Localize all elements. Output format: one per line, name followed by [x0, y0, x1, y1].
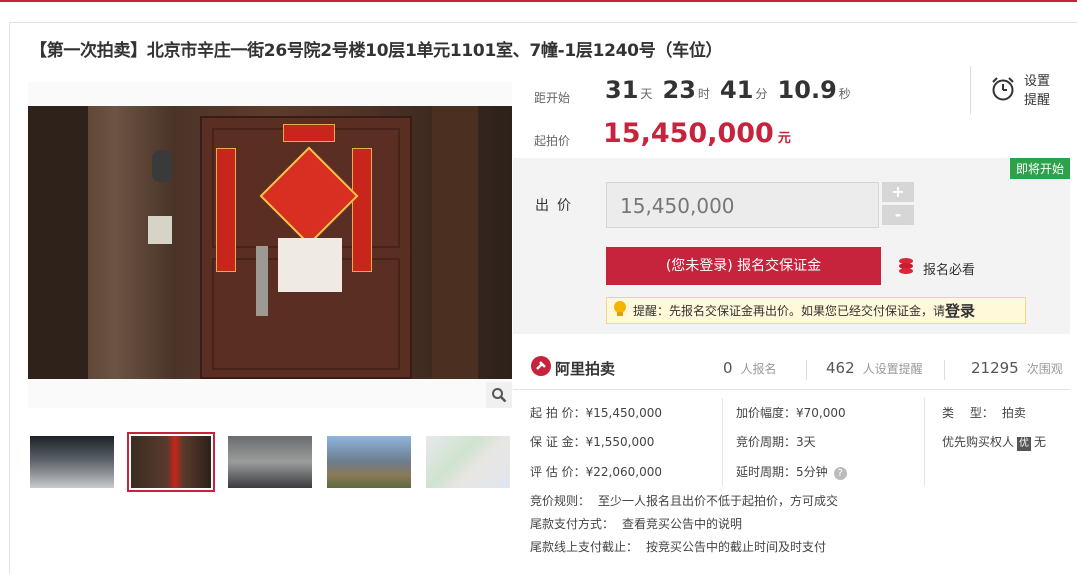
thumbnail-exterior[interactable] — [327, 436, 411, 488]
countdown-days: 31 — [605, 76, 639, 104]
rule-bidding-value: 至少一人报名且出价不低于起拍价，方可成交 — [598, 494, 839, 508]
detail-period-key: 竞价周期： — [736, 435, 797, 449]
must-read-link[interactable]: 报名必看 — [897, 257, 975, 279]
countdown-hours-unit: 时 — [697, 87, 710, 101]
signup-deposit-button[interactable]: (您未登录) 报名交保证金 — [606, 247, 881, 285]
rule-payment-deadline-value: 按竞买公告中的截止时间及时支付 — [646, 540, 827, 554]
start-price: 15,450,000 元 — [603, 118, 791, 149]
rule-bidding: 竞价规则： 至少一人报名且出价不低于起拍价，方可成交 — [530, 492, 838, 509]
thumbnail-door-selected[interactable] — [127, 432, 215, 492]
set-reminder-button[interactable]: 设置 提醒 — [990, 72, 1050, 110]
rule-payment-method: 尾款支付方式： 查看竞买公告中的说明 — [530, 515, 742, 532]
rule-payment-method-value: 查看竞买公告中的说明 — [622, 517, 743, 531]
detail-increment-key: 加价幅度： — [736, 406, 797, 420]
login-link[interactable]: 登录 — [945, 300, 975, 321]
must-read-label: 报名必看 — [923, 262, 976, 278]
page-title: 【第一次拍卖】北京市辛庄一街26号院2号楼10层1单元1101室、7幢-1层12… — [30, 41, 723, 61]
detail-type-key: 类 型： — [942, 406, 994, 420]
lightbulb-icon — [613, 300, 627, 321]
detail-priority: 优先购买权人优无 — [942, 433, 1046, 451]
bid-label: 出价 — [535, 198, 579, 214]
rule-payment-deadline-key: 尾款线上支付截止： — [530, 540, 639, 554]
detail-type-value: 拍卖 — [1001, 406, 1026, 420]
priority-badge: 优 — [1017, 437, 1032, 451]
detail-appraisal: 评 估 价：¥22,060,000 — [530, 463, 662, 480]
thumbnail-map[interactable] — [426, 436, 510, 488]
doorplate — [152, 150, 172, 182]
remind-line2: 提醒 — [1024, 93, 1051, 108]
zoom-icon[interactable] — [486, 382, 512, 408]
rule-payment-method-key: 尾款支付方式： — [530, 517, 615, 531]
detail-period: 竞价周期：3天 — [736, 433, 816, 450]
detail-delay: 延时周期：5分钟? — [736, 463, 847, 480]
remind-line1: 设置 — [1024, 74, 1051, 89]
signup-count: 0 — [723, 359, 733, 377]
login-tip: 提醒：先报名交保证金再出价。如果您已经交付保证金，请 登录 — [606, 297, 1026, 324]
remind-label: 人设置提醒 — [862, 362, 923, 376]
countdown-seconds-unit: 秒 — [838, 87, 851, 101]
countdown-seconds: 10.9 — [777, 76, 837, 104]
remind-stat: 462 人设置提醒 — [826, 359, 923, 377]
countdown-label: 距开始 — [534, 91, 571, 105]
detail-start-price-key: 起 拍 价： — [530, 406, 586, 420]
thumbnail-garage-1[interactable] — [30, 436, 114, 488]
countdown-minutes: 41 — [720, 76, 754, 104]
alarm-clock-icon — [990, 76, 1016, 106]
detail-start-price-value: ¥15,450,000 — [585, 406, 662, 420]
signup-stat: 0 人报名 — [723, 359, 777, 377]
detail-period-value: 3天 — [796, 435, 816, 449]
countdown: 31 天 23 时 41 分 10.9 秒 — [605, 76, 856, 104]
top-accent-line — [0, 0, 1077, 2]
detail-deposit-key: 保 证 金： — [530, 435, 586, 449]
start-price-value: 15,450,000 — [603, 118, 774, 149]
signup-label: 人报名 — [740, 362, 777, 376]
door-lock — [256, 246, 268, 316]
bid-input[interactable]: 15,450,000 — [606, 182, 879, 228]
brand-name: 阿里拍卖 — [555, 359, 616, 378]
divider — [924, 398, 925, 486]
detail-increment-value: ¥70,000 — [796, 406, 846, 420]
remind-count: 462 — [826, 359, 855, 377]
views-label: 次围观 — [1026, 362, 1063, 376]
rule-payment-deadline: 尾款线上支付截止： 按竞买公告中的截止时间及时支付 — [530, 538, 826, 555]
detail-priority-key: 优先购买权人 — [942, 435, 1015, 449]
rule-bidding-key: 竞价规则： — [530, 494, 591, 508]
detail-start-price: 起 拍 价：¥15,450,000 — [530, 404, 662, 421]
detail-priority-value: 无 — [1034, 435, 1047, 449]
detail-delay-value: 5分钟 — [796, 465, 828, 479]
main-photo[interactable] — [28, 82, 512, 408]
detail-delay-key: 延时周期： — [736, 465, 797, 479]
detail-deposit-value: ¥1,550,000 — [585, 435, 655, 449]
divider — [970, 66, 971, 114]
status-badge: 即将开始 — [1009, 158, 1070, 179]
countdown-minutes-unit: 分 — [755, 87, 768, 101]
detail-deposit: 保 证 金：¥1,550,000 — [530, 433, 654, 450]
detail-appraisal-key: 评 估 价： — [530, 465, 586, 479]
tip-text: 提醒：先报名交保证金再出价。如果您已经交付保证金，请 — [633, 304, 946, 318]
countdown-days-unit: 天 — [640, 87, 653, 101]
divider — [722, 398, 723, 486]
increase-bid-button[interactable]: + — [882, 182, 914, 202]
bid-panel: 即将开始 出价 15,450,000 + - (您未登录) 报名交保证金 报名必… — [513, 158, 1070, 334]
detail-type: 类 型： 拍卖 — [942, 404, 1026, 421]
help-icon[interactable]: ? — [833, 467, 847, 480]
views-count: 21295 — [971, 359, 1019, 377]
start-price-label: 起拍价 — [534, 134, 571, 148]
views-stat: 21295 次围观 — [971, 359, 1063, 377]
intercom — [148, 216, 172, 244]
thumbnail-garage-2[interactable] — [228, 436, 312, 488]
coins-icon — [897, 257, 917, 279]
countdown-hours: 23 — [662, 76, 696, 104]
ali-auction-logo[interactable]: 阿里拍卖 — [531, 356, 615, 380]
detail-increment: 加价幅度：¥70,000 — [736, 404, 846, 421]
start-price-unit: 元 — [777, 131, 791, 146]
detail-appraisal-value: ¥22,060,000 — [585, 465, 662, 479]
stats-row: 阿里拍卖 0 人报名 462 人设置提醒 21295 次围观 — [513, 346, 1070, 390]
posted-notice — [278, 238, 342, 292]
door-photo — [28, 106, 512, 379]
auction-hammer-icon — [531, 356, 551, 380]
decrease-bid-button[interactable]: - — [882, 205, 914, 225]
